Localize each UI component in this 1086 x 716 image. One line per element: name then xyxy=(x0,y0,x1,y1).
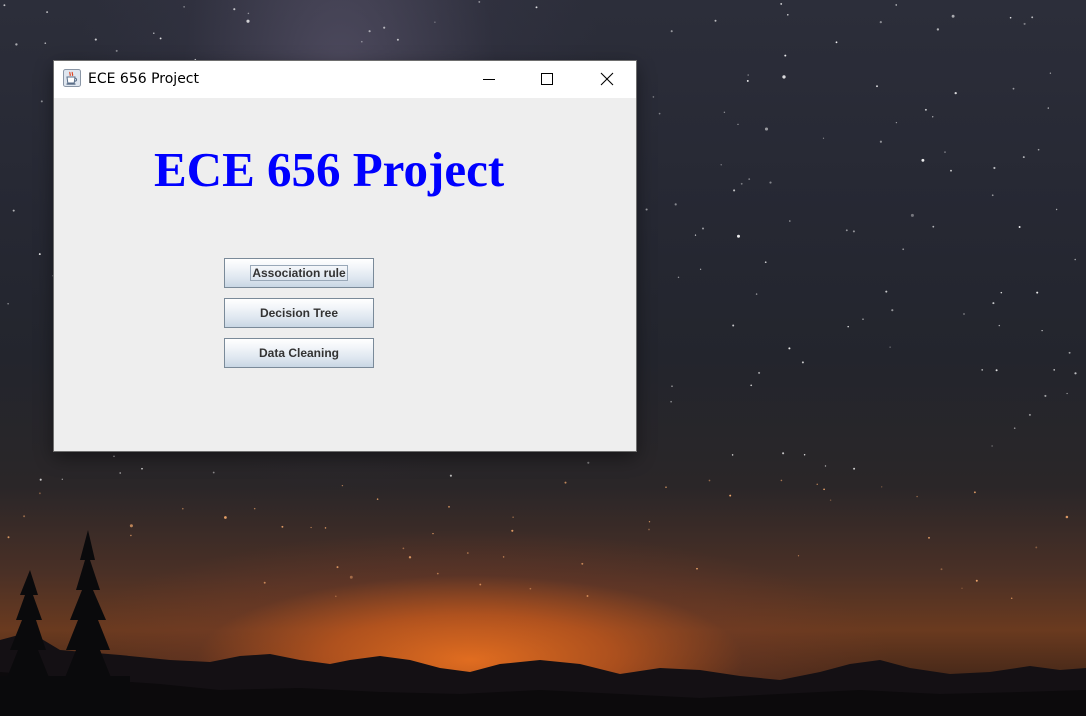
decision-tree-button[interactable]: Decision Tree xyxy=(224,298,374,328)
content-panel: ECE 656 Project Association rule Decisio… xyxy=(54,98,636,451)
minimize-button[interactable] xyxy=(460,61,518,98)
maximize-button[interactable] xyxy=(518,61,576,98)
java-coffee-cup-icon xyxy=(63,69,81,87)
data-cleaning-button[interactable]: Data Cleaning xyxy=(224,338,374,368)
close-icon xyxy=(600,72,614,86)
data-cleaning-label: Data Cleaning xyxy=(258,346,339,360)
project-heading: ECE 656 Project xyxy=(154,142,505,197)
app-window: ECE 656 Project ECE 656 Project Associat… xyxy=(54,61,636,451)
minimize-icon xyxy=(483,79,495,80)
window-titlebar[interactable]: ECE 656 Project xyxy=(54,61,636,98)
association-rule-button[interactable]: Association rule xyxy=(224,258,374,288)
maximize-icon xyxy=(541,73,553,85)
association-rule-label: Association rule xyxy=(250,265,348,281)
decision-tree-label: Decision Tree xyxy=(259,306,339,320)
window-title: ECE 656 Project xyxy=(88,71,199,87)
close-button[interactable] xyxy=(578,61,636,98)
